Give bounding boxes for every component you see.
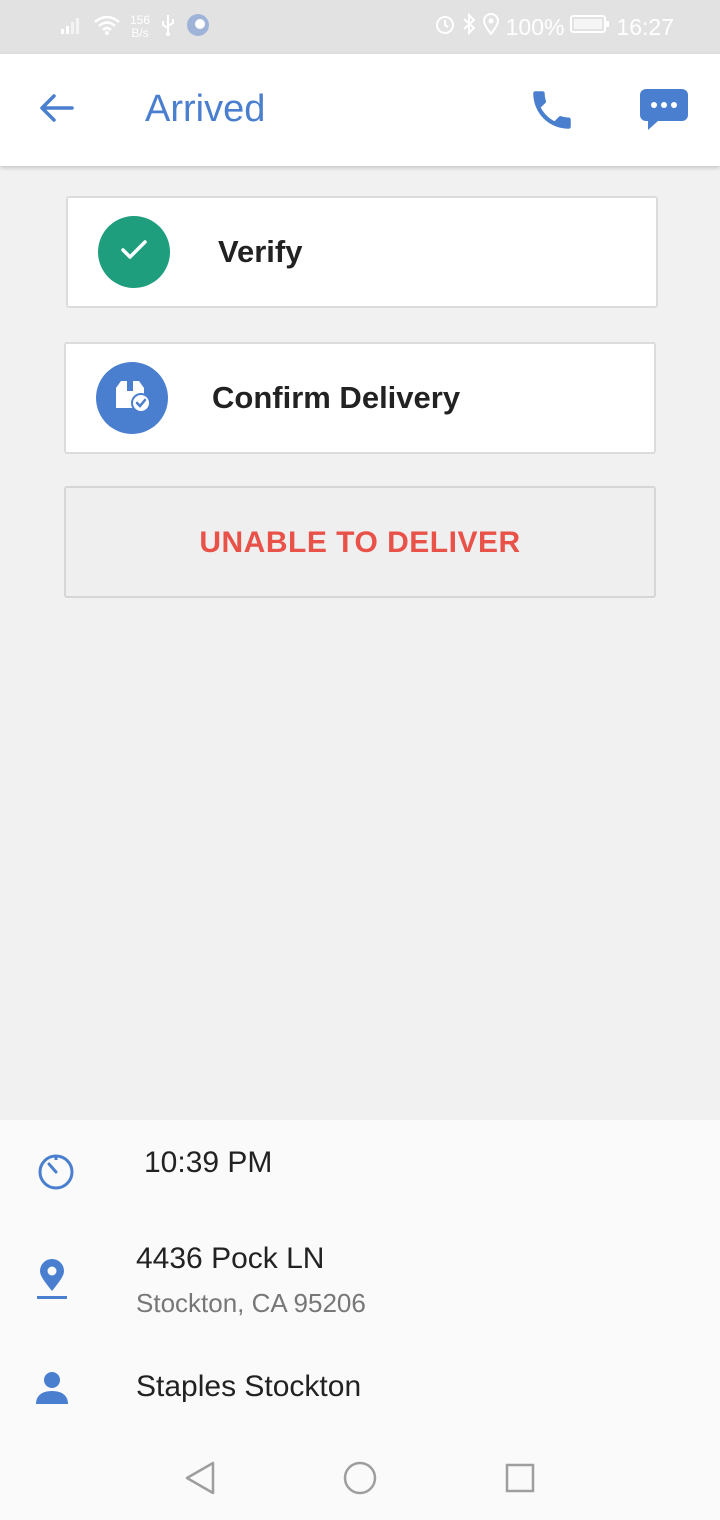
- checkmark-icon: [119, 238, 149, 267]
- page-title: Arrived: [145, 88, 266, 130]
- network-speed: 156 B/s: [130, 14, 150, 40]
- system-nav-bar: [0, 1440, 720, 1520]
- confirm-delivery-label: Confirm Delivery: [212, 380, 461, 415]
- message-button[interactable]: [632, 80, 696, 144]
- app-bar: Arrived: [0, 54, 720, 166]
- unable-to-deliver-label: UNABLE TO DELIVER: [199, 526, 521, 559]
- signal-icon: [60, 15, 84, 40]
- alarm-icon: [434, 13, 456, 41]
- bluetooth-icon: [462, 12, 476, 41]
- phone-icon: [527, 85, 577, 140]
- verify-status-circle: [98, 216, 170, 288]
- triangle-back-icon: [183, 1460, 217, 1501]
- clock-time: 16:27: [616, 13, 674, 40]
- usb-icon: [160, 14, 176, 41]
- arrow-left-icon: [38, 92, 74, 129]
- circle-home-icon: [342, 1460, 378, 1501]
- wifi-icon: [94, 14, 120, 41]
- chat-bubble-icon: [638, 87, 690, 138]
- package-check-icon: [112, 378, 152, 419]
- status-right: 100% 16:27: [434, 10, 674, 44]
- confirm-delivery-button[interactable]: Confirm Delivery: [64, 342, 656, 454]
- customer-name: Staples Stockton: [136, 1370, 362, 1403]
- nav-back-button[interactable]: [176, 1458, 224, 1502]
- call-button[interactable]: [520, 80, 584, 144]
- square-recents-icon: [504, 1462, 536, 1499]
- battery-icon: [570, 13, 610, 41]
- confirm-delivery-circle: [96, 362, 168, 434]
- delivery-time: 10:39 PM: [144, 1146, 273, 1179]
- app-notification-icon: [186, 13, 210, 42]
- status-left: 156 B/s: [60, 10, 210, 44]
- verify-button[interactable]: Verify: [66, 196, 658, 308]
- nav-recents-button[interactable]: [496, 1458, 544, 1502]
- network-speed-unit: B/s: [131, 26, 149, 40]
- timer-icon: [34, 1150, 78, 1194]
- address-line-2: Stockton, CA 95206: [136, 1288, 366, 1318]
- status-bar: 156 B/s 100% 16:27: [0, 0, 720, 54]
- unable-to-deliver-button[interactable]: UNABLE TO DELIVER: [64, 486, 656, 598]
- person-icon: [32, 1368, 72, 1408]
- location-pin-icon: [32, 1258, 72, 1302]
- delivery-details-panel: 10:39 PM 4436 Pock LN Stockton, CA 95206…: [0, 1120, 720, 1440]
- verify-label: Verify: [218, 234, 303, 269]
- address-line-1: 4436 Pock LN: [136, 1242, 325, 1275]
- nav-home-button[interactable]: [336, 1458, 384, 1502]
- back-button[interactable]: [26, 84, 86, 136]
- battery-percent: 100%: [505, 13, 565, 40]
- location-icon: [482, 13, 500, 41]
